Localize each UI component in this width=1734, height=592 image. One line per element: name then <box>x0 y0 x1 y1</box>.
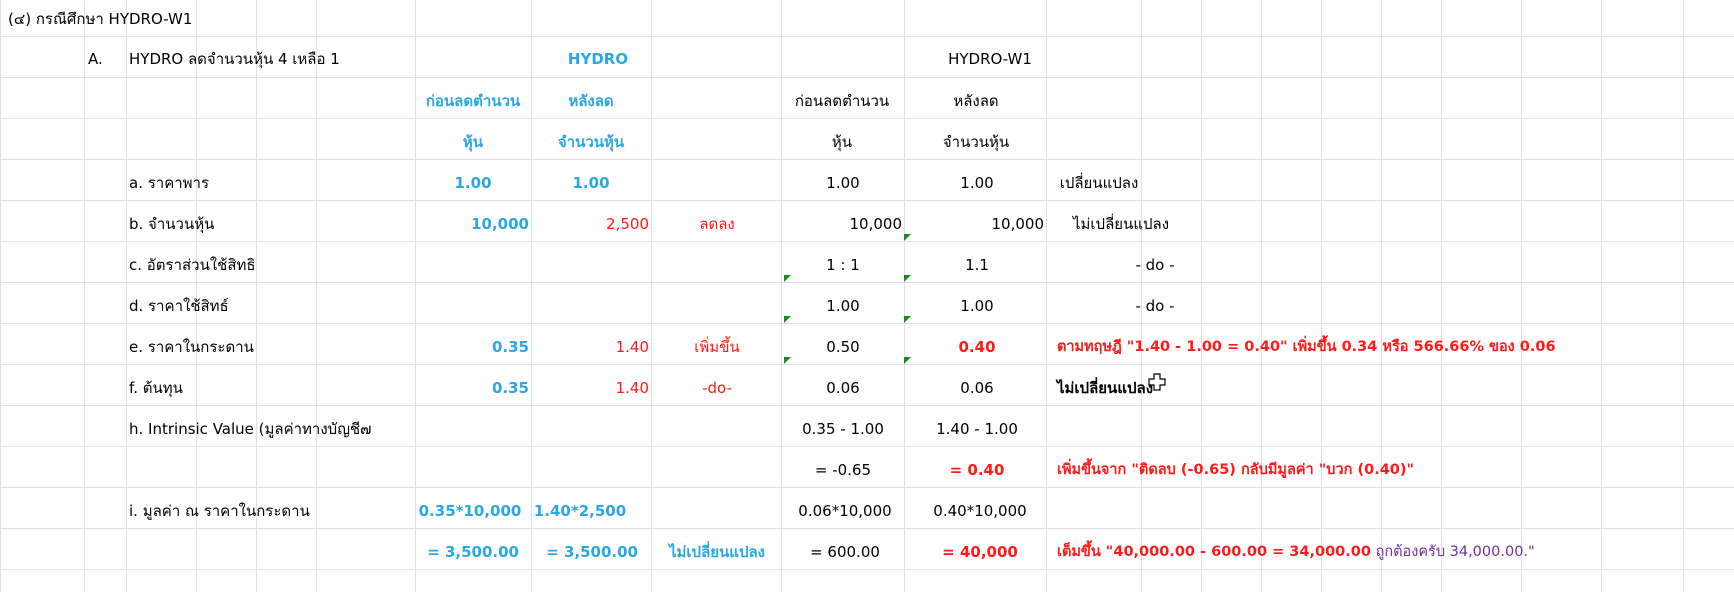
row-i-hydro-after[interactable]: 1.40*2,500 <box>534 501 626 521</box>
grid-col-line <box>0 0 1 592</box>
spreadsheet-grid[interactable]: (๔) กรณีศึกษา HYDRO-W1 A. HYDRO ลดจำนวนห… <box>0 0 1734 592</box>
hydrow1-header[interactable]: HYDRO-W1 <box>948 49 1032 69</box>
hydro-col-before-line1[interactable]: ก่อนลดตำนวน <box>426 91 520 111</box>
row-b-note[interactable]: ลดลง <box>699 214 734 234</box>
row-i2-hydro-after[interactable]: = 3,500.00 <box>546 542 638 562</box>
row-f-comment[interactable]: ไม่เปลี่ยนแปลง <box>1057 378 1153 398</box>
row-d-comment[interactable]: - do - <box>1135 296 1174 316</box>
row-h2-w1-after[interactable]: = 0.40 <box>950 460 1005 480</box>
row-h2-w1-before[interactable]: = -0.65 <box>815 460 871 480</box>
comment-marker-icon[interactable] <box>784 275 791 282</box>
cell-select-cross-icon <box>1148 373 1166 391</box>
row-b-label[interactable]: b. จำนวนหุ้น <box>129 214 214 234</box>
hydro-col-after-line2[interactable]: จำนวนหุ้น <box>558 132 624 152</box>
w1-col-before-line1[interactable]: ก่อนลดตำนวน <box>795 91 889 111</box>
comment-marker-icon[interactable] <box>904 357 911 364</box>
row-i2-w1-before[interactable]: = 600.00 <box>810 542 880 562</box>
grid-col-line <box>651 0 652 592</box>
row-f-w1-before[interactable]: 0.06 <box>826 378 859 398</box>
row-b-w1-before[interactable]: 10,000 <box>850 214 903 234</box>
section-label[interactable]: A. <box>88 49 103 69</box>
section-title[interactable]: HYDRO ลดจำนวนหุ้น 4 เหลือ 1 <box>129 49 340 69</box>
row-h-w1-before[interactable]: 0.35 - 1.00 <box>802 419 884 439</box>
row-i-w1-after[interactable]: 0.40*10,000 <box>933 501 1026 521</box>
comment-marker-icon[interactable] <box>784 357 791 364</box>
row-b-hydro-after[interactable]: 2,500 <box>606 214 649 234</box>
row-a-w1-after[interactable]: 1.00 <box>960 173 993 193</box>
grid-col-line <box>781 0 782 592</box>
row-i2-note[interactable]: ไม่เปลี่ยนแปลง <box>669 542 765 562</box>
row-c-label[interactable]: c. อัตราส่วนใช้สิทธิ <box>129 255 256 275</box>
row-i2-comment[interactable]: เต็มขึ้น "40,000.00 - 600.00 = 34,000.00… <box>1057 542 1535 562</box>
grid-col-line <box>531 0 532 592</box>
grid-col-line <box>1441 0 1442 592</box>
comment-marker-icon[interactable] <box>904 316 911 323</box>
comment-marker-icon[interactable] <box>784 316 791 323</box>
hydro-header[interactable]: HYDRO <box>568 49 628 69</box>
grid-col-line <box>1321 0 1322 592</box>
row-a-comment[interactable]: เปลี่ยนแปลง <box>1060 173 1139 193</box>
row-e-hydro-before[interactable]: 0.35 <box>492 337 529 357</box>
row-f-note[interactable]: -do- <box>702 378 732 398</box>
row-i2-comment-purple: ถูกต้องครับ 34,000.00." <box>1375 544 1535 560</box>
sheet-title[interactable]: (๔) กรณีศึกษา HYDRO-W1 <box>8 9 192 29</box>
row-b-w1-after[interactable]: 10,000 <box>992 214 1045 234</box>
row-b-comment[interactable]: ไม่เปลี่ยนแปลง <box>1073 214 1169 234</box>
w1-col-after-line1[interactable]: หลังลด <box>953 91 998 111</box>
row-d-w1-before[interactable]: 1.00 <box>826 296 859 316</box>
row-e-w1-before[interactable]: 0.50 <box>826 337 859 357</box>
row-f-w1-after[interactable]: 0.06 <box>960 378 993 398</box>
row-f-label[interactable]: f. ต้นทุน <box>129 378 183 398</box>
hydro-col-after-line1[interactable]: หลังลด <box>568 91 613 111</box>
row-e-hydro-after[interactable]: 1.40 <box>616 337 649 357</box>
row-h-label[interactable]: h. Intrinsic Value (มูลค่าทางบัญชี๗ <box>129 419 371 439</box>
grid-col-line <box>1601 0 1602 592</box>
hydro-col-before-line2[interactable]: หุ้น <box>463 132 483 152</box>
row-i2-w1-after[interactable]: = 40,000 <box>942 542 1018 562</box>
grid-col-line <box>126 0 127 592</box>
w1-col-before-line2[interactable]: หุ้น <box>832 132 852 152</box>
row-e-w1-after[interactable]: 0.40 <box>958 337 995 357</box>
comment-marker-icon[interactable] <box>904 234 911 241</box>
grid-col-line <box>316 0 317 592</box>
row-h2-comment[interactable]: เพิ่มขึ้นจาก "ติดลบ (-0.65) กลับมีมูลค่า… <box>1057 460 1414 480</box>
row-i-label[interactable]: i. มูลค่า ณ ราคาในกระดาน <box>129 501 310 521</box>
grid-col-line <box>415 0 416 592</box>
row-d-w1-after[interactable]: 1.00 <box>960 296 993 316</box>
row-a-hydro-after[interactable]: 1.00 <box>572 173 609 193</box>
row-c-w1-before[interactable]: 1 : 1 <box>826 255 860 275</box>
row-c-comment[interactable]: - do - <box>1135 255 1174 275</box>
row-i-w1-before[interactable]: 0.06*10,000 <box>798 501 891 521</box>
row-h-w1-after[interactable]: 1.40 - 1.00 <box>936 419 1018 439</box>
row-i2-comment-red: เต็มขึ้น "40,000.00 - 600.00 = 34,000.00 <box>1057 544 1371 560</box>
comment-marker-icon[interactable] <box>904 275 911 282</box>
row-c-w1-after[interactable]: 1.1 <box>965 255 989 275</box>
row-e-label[interactable]: e. ราคาในกระดาน <box>129 337 254 357</box>
grid-col-line <box>84 0 85 592</box>
row-f-hydro-after[interactable]: 1.40 <box>616 378 649 398</box>
row-d-label[interactable]: d. ราคาใช้สิทธ์ <box>129 296 229 316</box>
w1-col-after-line2[interactable]: จำนวนหุ้น <box>943 132 1009 152</box>
row-i-hydro-before[interactable]: 0.35*10,000 <box>419 501 522 521</box>
grid-col-line <box>1381 0 1382 592</box>
grid-col-line <box>1046 0 1047 592</box>
grid-col-line <box>904 0 905 592</box>
grid-col-line <box>1521 0 1522 592</box>
row-a-w1-before[interactable]: 1.00 <box>826 173 859 193</box>
grid-col-line <box>1683 0 1684 592</box>
row-a-label[interactable]: a. ราคาพาร <box>129 173 209 193</box>
row-e-note[interactable]: เพิ่มขึ้น <box>694 337 739 357</box>
grid-col-line <box>1261 0 1262 592</box>
row-b-hydro-before[interactable]: 10,000 <box>471 214 529 234</box>
grid-col-line <box>1201 0 1202 592</box>
row-a-hydro-before[interactable]: 1.00 <box>454 173 491 193</box>
row-e-comment[interactable]: ตามทฤษฎี "1.40 - 1.00 = 0.40" เพิ่มขึ้น … <box>1057 337 1556 357</box>
row-f-hydro-before[interactable]: 0.35 <box>492 378 529 398</box>
row-i2-hydro-before[interactable]: = 3,500.00 <box>427 542 519 562</box>
